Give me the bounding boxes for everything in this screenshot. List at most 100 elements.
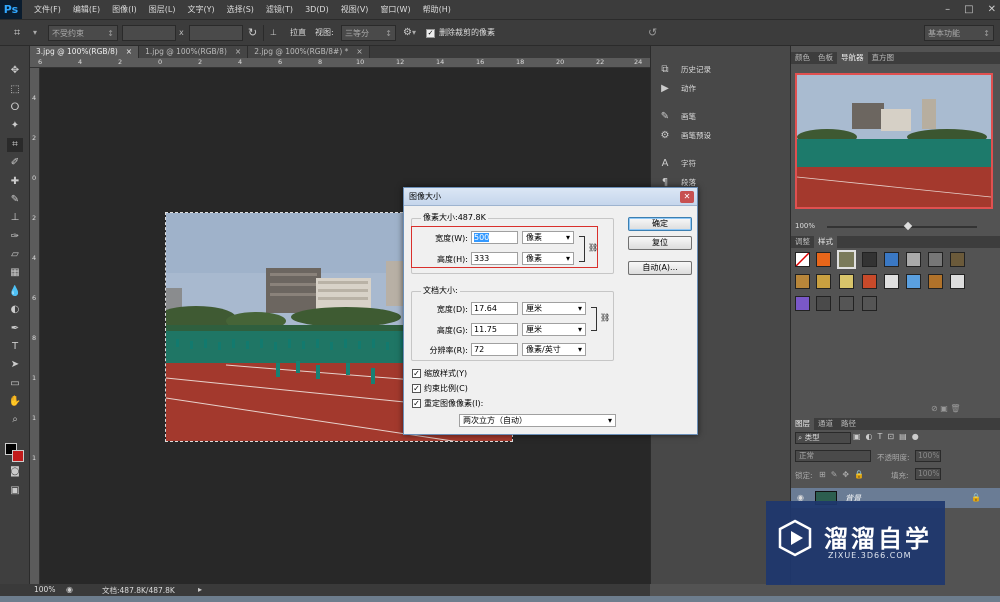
crop-tool-icon[interactable]: ⌗ — [14, 25, 20, 41]
tab-color[interactable]: 颜色 — [791, 52, 814, 64]
style-swatch[interactable] — [839, 274, 854, 289]
tab-1jpg[interactable]: 1.jpg @ 100%(RGB/8) × — [139, 46, 249, 58]
scale-styles-checkbox[interactable]: ✓ 缩放样式(Y) — [412, 368, 467, 379]
pen-tool-icon[interactable]: ✒ — [7, 322, 23, 336]
opacity-field[interactable]: 100% — [915, 450, 941, 462]
close-icon[interactable]: × — [356, 46, 362, 58]
tab-layers[interactable]: 图层 — [791, 418, 814, 430]
healing-tool-icon[interactable]: ✚ — [7, 175, 23, 189]
stamp-tool-icon[interactable]: ⊥ — [7, 211, 23, 225]
ratio-select[interactable]: 不受约束 — [48, 25, 118, 42]
resample-checkbox[interactable]: ✓ 重定图像像素(I): — [412, 398, 483, 409]
gradient-tool-icon[interactable]: ▦ — [7, 266, 23, 280]
lock-icons[interactable]: ⊞✎✥🔒 — [819, 470, 869, 479]
menu-3d[interactable]: 3D(D) — [305, 5, 329, 14]
blur-tool-icon[interactable]: 💧 — [7, 285, 23, 299]
menu-filter[interactable]: 滤镜(T) — [266, 4, 293, 15]
pixel-height-input[interactable]: 333 — [471, 252, 518, 265]
menu-help[interactable]: 帮助(H) — [423, 4, 451, 15]
style-swatch[interactable] — [816, 252, 831, 267]
style-swatch[interactable] — [837, 250, 856, 269]
checkbox-box[interactable]: ✓ — [412, 369, 421, 378]
view-select[interactable]: 三等分 — [341, 25, 396, 42]
navigator-zoom[interactable]: 100% — [795, 222, 815, 230]
menu-layer[interactable]: 图层(L) — [149, 4, 176, 15]
style-swatch[interactable] — [816, 296, 831, 311]
layer-filter-icons[interactable]: ▣◐T⊡▤● — [853, 432, 924, 441]
tab-styles[interactable]: 样式 — [814, 236, 837, 248]
tab-channels[interactable]: 通道 — [814, 418, 837, 430]
pixel-width-unit-select[interactable]: 像素 — [522, 231, 574, 244]
type-tool-icon[interactable]: T — [7, 340, 23, 354]
brush-tool-icon[interactable]: ✎ — [7, 193, 23, 207]
style-swatch[interactable] — [928, 252, 943, 267]
settings-gear-icon[interactable]: ⚙ — [403, 25, 412, 41]
blend-mode-select[interactable]: 正常 — [795, 450, 871, 462]
pixel-width-input[interactable]: 500 — [471, 231, 518, 244]
layer-kind-filter[interactable]: ⌕ 类型 — [795, 432, 851, 444]
style-swatch[interactable] — [795, 274, 810, 289]
crop-tool-icon[interactable]: ⌗ — [7, 138, 23, 152]
crop-height-field[interactable] — [189, 25, 243, 41]
dodge-tool-icon[interactable]: ◐ — [7, 303, 23, 317]
magic-wand-tool-icon[interactable]: ✦ — [7, 119, 23, 133]
quick-mask-icon[interactable]: ◙ — [7, 465, 23, 479]
resolution-unit-select[interactable]: 像素/英寸 — [522, 343, 586, 356]
menu-window[interactable]: 窗口(W) — [380, 4, 410, 15]
tab-2jpg[interactable]: 2.jpg @ 100%(RGB/8#) * × — [248, 46, 370, 58]
dialog-close-button[interactable]: ✕ — [680, 191, 694, 203]
settings-chevron-icon[interactable]: ▾ — [412, 25, 416, 41]
path-select-tool-icon[interactable]: ➤ — [7, 358, 23, 372]
close-icon[interactable]: × — [235, 46, 241, 58]
style-swatch[interactable] — [839, 296, 854, 311]
checkbox-box[interactable]: ✓ — [412, 384, 421, 393]
style-swatch[interactable] — [862, 274, 877, 289]
straighten-icon[interactable]: ⊥ — [270, 25, 277, 41]
lasso-tool-icon[interactable]: ⵔ — [7, 101, 23, 115]
reset-button[interactable]: 复位 — [628, 236, 692, 250]
doc-height-unit-select[interactable]: 厘米 — [522, 323, 586, 336]
tab-histogram[interactable]: 直方图 — [868, 52, 899, 64]
tab-paths[interactable]: 路径 — [837, 418, 860, 430]
menu-edit[interactable]: 编辑(E) — [73, 4, 100, 15]
hand-tool-icon[interactable]: ✋ — [7, 395, 23, 409]
zoom-tool-icon[interactable]: ⌕ — [7, 413, 23, 427]
auto-button[interactable]: 自动(A)... — [628, 261, 692, 275]
close-icon[interactable]: × — [126, 46, 132, 58]
eyedropper-tool-icon[interactable]: ✐ — [7, 156, 23, 170]
styles-panel-footer-icons[interactable]: ⊘ ▣ 🗑 — [931, 404, 961, 413]
panel-brush-presets[interactable]: ⚙ 画笔预设 — [659, 128, 711, 142]
zoom-slider-handle[interactable] — [903, 221, 913, 231]
tab-swatches[interactable]: 色板 — [814, 52, 837, 64]
background-color-swatch[interactable] — [12, 450, 24, 462]
move-tool-icon[interactable]: ✥ — [7, 64, 23, 78]
navigator-zoom-slider[interactable] — [827, 226, 977, 228]
tool-preset-chevron-icon[interactable]: ▾ — [33, 25, 37, 41]
resolution-input[interactable]: 72 — [471, 343, 518, 356]
fill-field[interactable]: 100% — [915, 468, 941, 480]
straighten-label[interactable]: 拉直 — [290, 25, 306, 41]
resample-method-select[interactable]: 两次立方（自动） — [459, 414, 616, 427]
status-arrow-icon[interactable]: ▸ — [198, 585, 202, 594]
eraser-tool-icon[interactable]: ▱ — [7, 248, 23, 262]
history-brush-tool-icon[interactable]: ✑ — [7, 230, 23, 244]
style-swatch[interactable] — [795, 252, 810, 267]
tab-adjustments[interactable]: 调整 — [791, 236, 814, 248]
style-swatch[interactable] — [795, 296, 810, 311]
checkbox-box[interactable]: ✓ — [412, 399, 421, 408]
delete-crop-checkbox[interactable]: ✓ — [426, 29, 435, 38]
maximize-button[interactable]: □ — [964, 4, 973, 15]
doc-width-input[interactable]: 17.64 — [471, 302, 518, 315]
panel-history[interactable]: ⧉ 历史记录 — [659, 62, 711, 76]
style-swatch[interactable] — [906, 252, 921, 267]
crop-width-field[interactable] — [122, 25, 176, 41]
style-swatch[interactable] — [884, 252, 899, 267]
workspace-select[interactable]: 基本功能 — [924, 25, 994, 42]
close-button[interactable]: ✕ — [988, 4, 996, 15]
menu-view[interactable]: 视图(V) — [341, 4, 369, 15]
style-swatch[interactable] — [862, 296, 877, 311]
menu-file[interactable]: 文件(F) — [34, 4, 61, 15]
doc-width-unit-select[interactable]: 厘米 — [522, 302, 586, 315]
panel-brush[interactable]: ✎ 画笔 — [659, 109, 696, 123]
tab-navigator[interactable]: 导航器 — [837, 52, 868, 64]
